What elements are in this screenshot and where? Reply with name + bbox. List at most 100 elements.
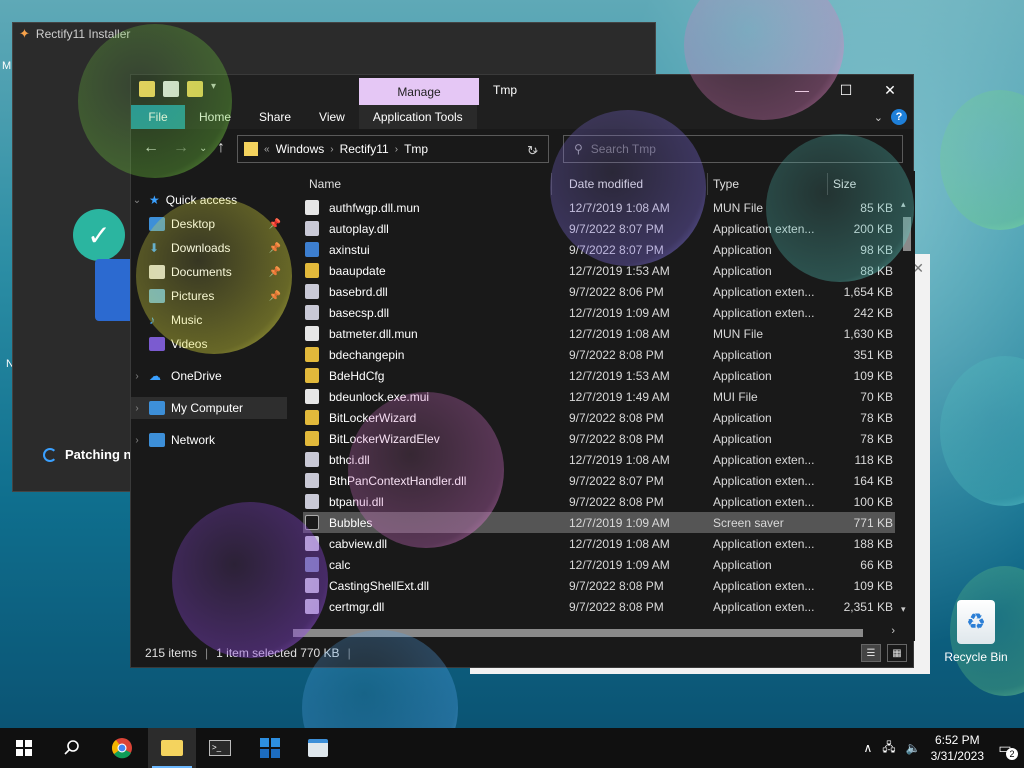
table-row[interactable]: BitLockerWizard 9/7/2022 8:08 PM Applicati…: [303, 407, 895, 428]
tab-application-tools[interactable]: Application Tools: [358, 105, 477, 129]
table-row[interactable]: CastingShellExt.dll 9/7/2022 8:08 PM Appli…: [303, 575, 895, 596]
breadcrumb-windows[interactable]: Windows: [276, 142, 325, 156]
file-name: calc: [329, 557, 351, 572]
sidebar-item-my-computer[interactable]: › My Computer: [131, 397, 287, 419]
help-icon[interactable]: ?: [891, 109, 907, 125]
scroll-up-icon[interactable]: ▴: [901, 199, 906, 210]
table-row[interactable]: basebrd.dll 9/7/2022 8:06 PM Application e…: [303, 281, 895, 302]
taskbar-installer[interactable]: [294, 728, 342, 768]
column-divider[interactable]: [551, 173, 552, 195]
tab-home[interactable]: Home: [185, 105, 245, 129]
address-bar[interactable]: « Windows › Rectify11 › Tmp ⌄: [237, 135, 549, 163]
folder-icon[interactable]: [139, 81, 155, 97]
sidebar-item-documents[interactable]: Documents 📌: [131, 261, 287, 283]
table-row[interactable]: autoplay.dll 9/7/2022 8:07 PM Application …: [303, 218, 895, 239]
customize-toolbar-icon[interactable]: ▾: [211, 81, 227, 97]
table-row[interactable]: BitLockerWizardElev 9/7/2022 8:08 PM Appli…: [303, 428, 895, 449]
scrollbar-thumb[interactable]: [293, 629, 863, 637]
tab-view[interactable]: View: [305, 105, 359, 129]
table-row[interactable]: baaupdate 12/7/2019 1:53 AM Application 88 …: [303, 260, 895, 281]
properties-icon[interactable]: [163, 81, 179, 97]
installer-titlebar[interactable]: ✦ Rectify11 Installer: [13, 23, 655, 45]
table-row[interactable]: BthPanContextHandler.dll 9/7/2022 8:07 PM…: [303, 470, 895, 491]
file-size: 1,630 KB: [843, 326, 893, 341]
sidebar-item-desktop[interactable]: Desktop 📌: [131, 213, 287, 235]
network-icon[interactable]: 🖧: [882, 738, 895, 759]
clock[interactable]: 6:52 PM 3/31/2023: [931, 732, 984, 764]
search-button[interactable]: [48, 728, 96, 768]
table-row[interactable]: cabview.dll 12/7/2019 1:08 AM Application …: [303, 533, 895, 554]
table-row[interactable]: batmeter.dll.mun 12/7/2019 1:08 AM MUN Fil…: [303, 323, 895, 344]
chevron-right-icon[interactable]: ›: [131, 371, 143, 382]
chevron-right-icon[interactable]: ›: [330, 144, 333, 155]
notification-icon[interactable]: ▭ 2: [994, 738, 1018, 760]
up-arrow-icon[interactable]: ↑: [217, 139, 225, 157]
sidebar-item-network[interactable]: › Network: [131, 429, 287, 451]
file-date: 9/7/2022 8:07 PM: [569, 221, 664, 236]
table-row[interactable]: bdechangepin 9/7/2022 8:08 PM Application 3…: [303, 344, 895, 365]
table-row[interactable]: bdeunlock.exe.mui 12/7/2019 1:49 AM MUI Fi…: [303, 386, 895, 407]
large-icons-view-icon[interactable]: ▦: [887, 644, 907, 662]
sidebar-item-pictures[interactable]: Pictures 📌: [131, 285, 287, 307]
breadcrumb-tmp[interactable]: Tmp: [404, 142, 428, 156]
taskbar-chrome[interactable]: [98, 728, 146, 768]
scroll-down-icon[interactable]: ▾: [901, 604, 906, 615]
forward-arrow-icon[interactable]: →: [173, 139, 189, 157]
column-divider[interactable]: [707, 173, 708, 195]
column-header-name[interactable]: Name: [309, 177, 341, 191]
scroll-right-icon[interactable]: ›: [891, 625, 895, 637]
table-row[interactable]: BdeHdCfg 12/7/2019 1:53 AM Application 109 …: [303, 365, 895, 386]
sidebar-item-onedrive[interactable]: › ☁ OneDrive: [131, 365, 287, 387]
tab-share[interactable]: Share: [245, 105, 305, 129]
vertical-scrollbar[interactable]: ▴ ▾: [901, 199, 911, 621]
column-header-date[interactable]: Date modified: [569, 177, 643, 191]
refresh-icon[interactable]: ↻: [527, 143, 538, 159]
breadcrumb-rectify11[interactable]: Rectify11: [340, 142, 389, 156]
search-input[interactable]: [590, 142, 871, 156]
file-icon: [305, 473, 319, 488]
taskbar-rectify11[interactable]: [246, 728, 294, 768]
table-row[interactable]: certmgr.dll 9/7/2022 8:08 PM Application e…: [303, 596, 895, 617]
file-icon: [305, 368, 319, 383]
chevron-down-icon[interactable]: ⌄: [131, 195, 143, 206]
table-row[interactable]: basecsp.dll 12/7/2019 1:09 AM Application …: [303, 302, 895, 323]
expand-ribbon-icon[interactable]: ⌄: [874, 111, 883, 124]
details-view-icon[interactable]: ☰: [861, 644, 881, 662]
taskbar-file-explorer[interactable]: [148, 728, 196, 768]
breadcrumb-overflow-icon[interactable]: «: [264, 144, 270, 155]
column-header-type[interactable]: Type: [713, 177, 739, 191]
table-row[interactable]: authfwgp.dll.mun 12/7/2019 1:08 AM MUN Fil…: [303, 197, 895, 218]
recent-locations-icon[interactable]: ⌄: [199, 143, 207, 154]
search-box[interactable]: ⚲: [563, 135, 903, 163]
tab-file[interactable]: File: [131, 105, 185, 129]
chevron-right-icon[interactable]: ›: [131, 435, 143, 446]
table-row[interactable]: Bubbles 12/7/2019 1:09 AM Screen saver 771 …: [303, 512, 895, 533]
close-icon[interactable]: ✕: [867, 75, 913, 105]
recycle-bin[interactable]: ♻ Recycle Bin: [944, 600, 1008, 664]
volume-icon[interactable]: 🔈: [906, 741, 921, 755]
table-row[interactable]: calc 12/7/2019 1:09 AM Application 66 KB: [303, 554, 895, 575]
explorer-titlebar[interactable]: ▾ Manage Tmp — ☐ ✕: [131, 75, 913, 105]
back-arrow-icon[interactable]: ←: [143, 139, 159, 157]
sidebar-item-music[interactable]: ♪ Music: [131, 309, 287, 331]
table-row[interactable]: bthci.dll 12/7/2019 1:08 AM Application ex…: [303, 449, 895, 470]
new-folder-icon[interactable]: [187, 81, 203, 97]
window-icon: [308, 739, 328, 757]
pin-icon: 📌: [268, 242, 281, 254]
sidebar-item-downloads[interactable]: ⬇ Downloads 📌: [131, 237, 287, 259]
chevron-right-icon[interactable]: ›: [131, 403, 143, 414]
taskbar-terminal[interactable]: >_: [196, 728, 244, 768]
column-divider[interactable]: [827, 173, 828, 195]
table-row[interactable]: axinstui 9/7/2022 8:07 PM Application 98 KB: [303, 239, 895, 260]
chevron-right-icon[interactable]: ›: [395, 144, 398, 155]
start-button[interactable]: [0, 728, 48, 768]
table-row[interactable]: btpanui.dll 9/7/2022 8:08 PM Application e…: [303, 491, 895, 512]
sidebar-item-videos[interactable]: Videos: [131, 333, 287, 355]
chevron-up-icon[interactable]: ∧: [863, 741, 872, 755]
scrollbar-thumb[interactable]: [903, 217, 911, 251]
manage-tab[interactable]: Manage: [359, 78, 479, 105]
column-header-size[interactable]: Size: [833, 177, 856, 191]
minimize-icon[interactable]: —: [779, 75, 825, 105]
sidebar-item-quick-access[interactable]: ⌄ ★ Quick access: [131, 189, 287, 211]
maximize-icon[interactable]: ☐: [823, 75, 869, 105]
